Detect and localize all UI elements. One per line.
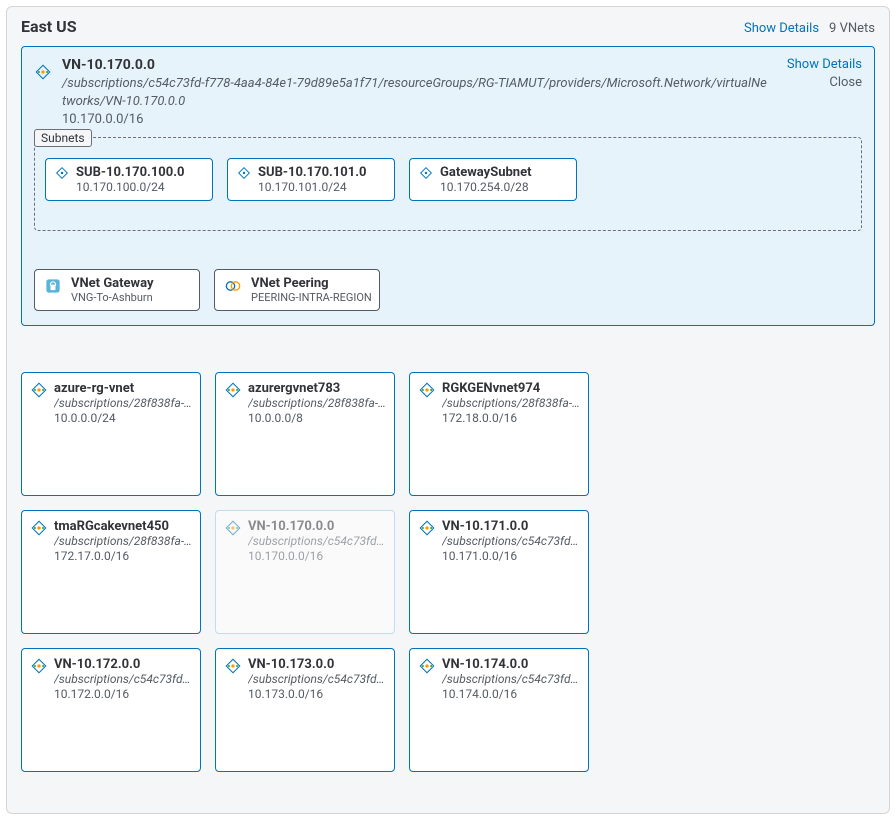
vnet-subscription: /subscriptions/28f838fa-8efb-... bbox=[54, 396, 192, 410]
vnet-grid: azure-rg-vnet/subscriptions/28f838fa-8ef… bbox=[21, 372, 875, 772]
vnet-cidr: 10.0.0.0/8 bbox=[248, 411, 386, 425]
vnet-card[interactable]: RGKGENvnet974/subscriptions/28f838fa-8ef… bbox=[409, 372, 589, 496]
vnet-cidr: 10.173.0.0/16 bbox=[248, 687, 386, 701]
vnet-name: RGKGENvnet974 bbox=[442, 381, 580, 396]
subnet-cidr: 10.170.100.0/24 bbox=[76, 180, 184, 194]
vnet-subscription: /subscriptions/c54c73fd-f778-... bbox=[442, 672, 580, 686]
vnet-icon bbox=[224, 657, 242, 675]
vnet-card[interactable]: tmaRGcakevnet450/subscriptions/28f838fa-… bbox=[21, 510, 201, 634]
vnet-cidr: 10.170.0.0/16 bbox=[248, 549, 386, 563]
subnet-name: SUB-10.170.101.0 bbox=[258, 165, 366, 180]
region-vnet-count: 9 VNets bbox=[829, 21, 875, 36]
vnet-detail-panel: VN-10.170.0.0 /subscriptions/c54c73fd-f7… bbox=[21, 46, 875, 326]
subnet-icon bbox=[54, 165, 70, 181]
subnets-group: Subnets SUB-10.170.100.010.170.100.0/24S… bbox=[34, 137, 862, 231]
vnet-icon bbox=[30, 381, 48, 399]
vnet-icon bbox=[30, 657, 48, 675]
vnet-icon bbox=[418, 657, 436, 675]
vnet-card[interactable]: VN-10.174.0.0/subscriptions/c54c73fd-f77… bbox=[409, 648, 589, 772]
region-title: East US bbox=[21, 17, 77, 36]
vnet-subscription: /subscriptions/28f838fa-8efb-... bbox=[248, 396, 386, 410]
vnet-subscription: /subscriptions/28f838fa-8efb-... bbox=[54, 534, 192, 548]
vnet-subscription: /subscriptions/c54c73fd-f778-... bbox=[54, 672, 192, 686]
vnet-peering-card[interactable]: VNet PeeringPEERING-INTRA-REGION bbox=[214, 269, 380, 311]
gateway-icon bbox=[43, 276, 63, 296]
vnet-name: VN-10.172.0.0 bbox=[54, 657, 192, 672]
vnet-icon bbox=[418, 381, 436, 399]
region-header: East US Show Details 9 VNets bbox=[21, 15, 875, 42]
vnet-name: azure-rg-vnet bbox=[54, 381, 192, 396]
resource-sub: PEERING-INTRA-REGION bbox=[251, 291, 372, 304]
vnet-cidr: 172.18.0.0/16 bbox=[442, 411, 580, 425]
subnet-icon bbox=[236, 165, 252, 181]
detail-close-link[interactable]: Close bbox=[787, 75, 862, 90]
vnet-cidr: 10.171.0.0/16 bbox=[442, 549, 580, 563]
resource-sub: VNG-To-Ashburn bbox=[71, 291, 154, 304]
vnet-name: VN-10.171.0.0 bbox=[442, 519, 580, 534]
detail-vnet-name: VN-10.170.0.0 bbox=[62, 57, 769, 73]
vnet-name: VN-10.173.0.0 bbox=[248, 657, 386, 672]
detail-resource-id: /subscriptions/c54c73fd-f778-4aa4-84e1-7… bbox=[62, 75, 769, 110]
vnet-cidr: 10.172.0.0/16 bbox=[54, 687, 192, 701]
vnet-card[interactable]: VN-10.173.0.0/subscriptions/c54c73fd-f77… bbox=[215, 648, 395, 772]
detail-show-details-link[interactable]: Show Details bbox=[787, 57, 862, 73]
vnet-card[interactable]: azurergvnet783/subscriptions/28f838fa-8e… bbox=[215, 372, 395, 496]
vnet-icon bbox=[30, 519, 48, 537]
subnet-name: SUB-10.170.100.0 bbox=[76, 165, 184, 180]
vnet-icon bbox=[224, 519, 242, 537]
vnet-card[interactable]: VN-10.172.0.0/subscriptions/c54c73fd-f77… bbox=[21, 648, 201, 772]
vnet-subscription: /subscriptions/28f838fa-8efb-... bbox=[442, 396, 580, 410]
resource-name: VNet Peering bbox=[251, 276, 372, 291]
peering-icon bbox=[223, 276, 243, 296]
vnet-subscription: /subscriptions/c54c73fd-f778-... bbox=[442, 534, 580, 548]
vnet-cidr: 10.0.0.0/24 bbox=[54, 411, 192, 425]
vnet-icon bbox=[224, 381, 242, 399]
resource-name: VNet Gateway bbox=[71, 276, 154, 291]
vnet-gateway-card[interactable]: VNet GatewayVNG-To-Ashburn bbox=[34, 269, 200, 311]
subnet-card[interactable]: GatewaySubnet10.170.254.0/28 bbox=[409, 158, 577, 201]
subnet-card[interactable]: SUB-10.170.100.010.170.100.0/24 bbox=[45, 158, 213, 201]
vnet-card[interactable]: azure-rg-vnet/subscriptions/28f838fa-8ef… bbox=[21, 372, 201, 496]
vnet-card[interactable]: VN-10.171.0.0/subscriptions/c54c73fd-f77… bbox=[409, 510, 589, 634]
vnet-card[interactable]: VN-10.170.0.0/subscriptions/c54c73fd-f77… bbox=[215, 510, 395, 634]
vnet-cidr: 10.174.0.0/16 bbox=[442, 687, 580, 701]
subnet-name: GatewaySubnet bbox=[440, 165, 532, 180]
region-show-details-link[interactable]: Show Details bbox=[744, 21, 819, 36]
vnet-name: VN-10.174.0.0 bbox=[442, 657, 580, 672]
vnet-name: azurergvnet783 bbox=[248, 381, 386, 396]
subnet-cidr: 10.170.101.0/24 bbox=[258, 180, 366, 194]
vnet-subscription: /subscriptions/c54c73fd-f778-... bbox=[248, 534, 386, 548]
subnet-cidr: 10.170.254.0/28 bbox=[440, 180, 532, 194]
vnet-icon bbox=[418, 519, 436, 537]
vnet-cidr: 172.17.0.0/16 bbox=[54, 549, 192, 563]
vnet-subscription: /subscriptions/c54c73fd-f778-... bbox=[248, 672, 386, 686]
subnets-label: Subnets bbox=[34, 129, 92, 147]
vnet-name: tmaRGcakevnet450 bbox=[54, 519, 192, 534]
subnet-card[interactable]: SUB-10.170.101.010.170.101.0/24 bbox=[227, 158, 395, 201]
subnet-icon bbox=[418, 165, 434, 181]
vnet-icon bbox=[34, 63, 52, 81]
vnet-name: VN-10.170.0.0 bbox=[248, 519, 386, 534]
detail-cidr: 10.170.0.0/16 bbox=[62, 112, 769, 127]
region-card: East US Show Details 9 VNets VN-10.170.0… bbox=[6, 6, 890, 814]
